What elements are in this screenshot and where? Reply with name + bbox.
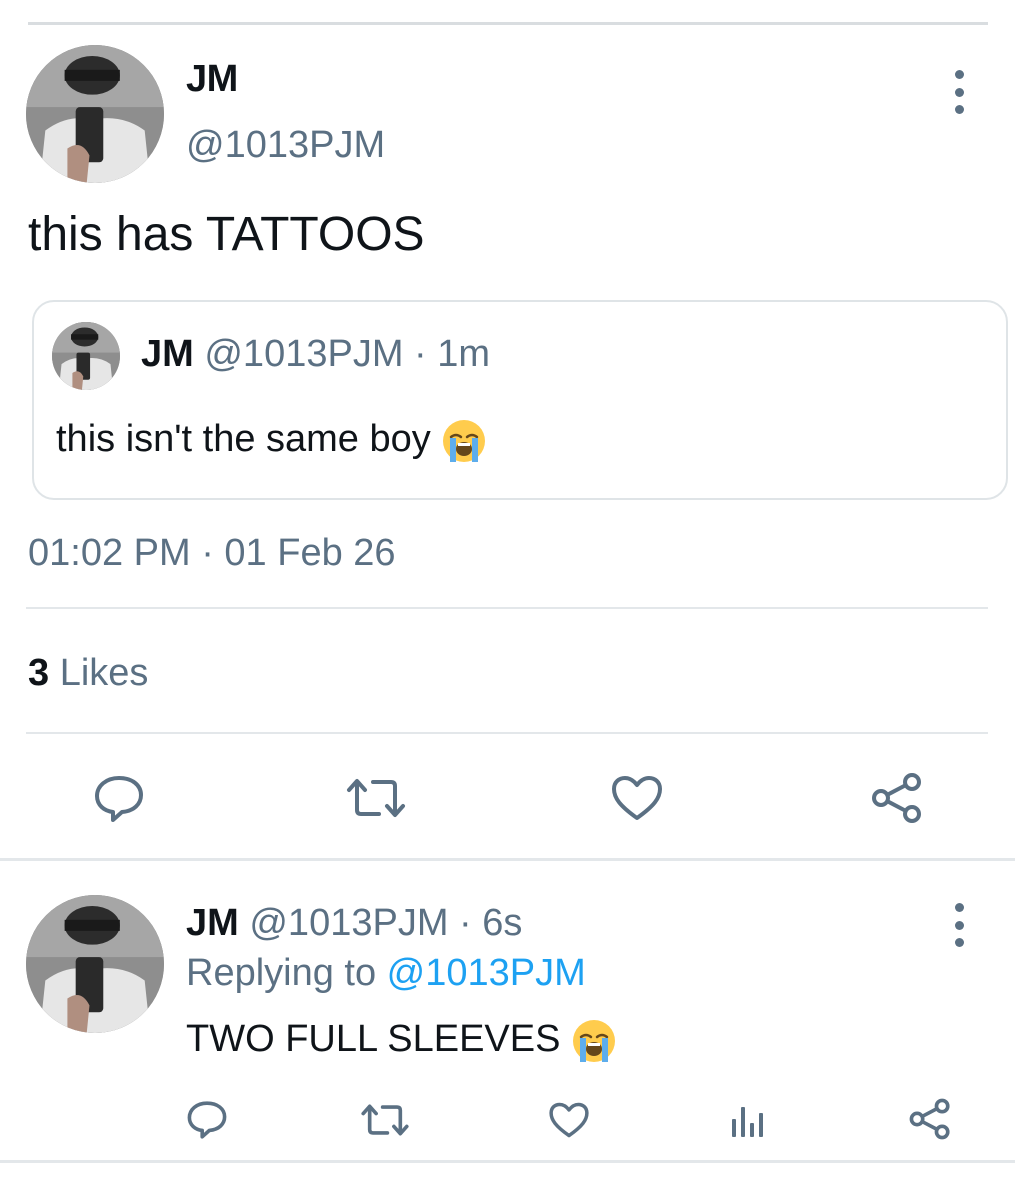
- author-avatar[interactable]: [26, 45, 164, 183]
- bottom-divider: [0, 1160, 1015, 1163]
- retweet-icon[interactable]: [345, 776, 407, 820]
- quoted-author-name: JM: [141, 333, 194, 375]
- reply-icon[interactable]: [186, 1100, 228, 1140]
- reply-tweet-text: TWO FULL SLEEVES: [186, 1018, 572, 1061]
- section-divider: [0, 858, 1015, 861]
- likes-count: 3: [28, 652, 50, 694]
- reply-author-name[interactable]: JM: [186, 902, 239, 944]
- quoted-time: · 1m: [403, 333, 491, 375]
- like-icon[interactable]: [548, 1101, 590, 1139]
- reply-header: JM @1013PJM · 6s: [186, 902, 522, 945]
- reply-text-row: TWO FULL SLEEVES: [186, 1018, 617, 1064]
- quoted-author-avatar: [52, 322, 120, 390]
- loudly-crying-emoji-icon: [571, 1018, 617, 1064]
- quoted-tweet-card[interactable]: [32, 300, 1008, 500]
- divider: [26, 607, 988, 609]
- author-handle[interactable]: @1013PJM: [186, 124, 385, 167]
- replying-to-handle[interactable]: @1013PJM: [387, 952, 586, 994]
- quoted-tweet-text: this isn't the same boy: [56, 418, 442, 461]
- analytics-icon[interactable]: [730, 1101, 766, 1139]
- tweet-text: this has TATTOOS: [28, 208, 425, 261]
- quoted-author-handle: @1013PJM: [204, 333, 404, 375]
- tweet-timestamp[interactable]: 01:02 PM · 01 Feb 26: [28, 532, 396, 575]
- quoted-header: JM @1013PJM · 1m: [141, 333, 490, 376]
- quoted-tweet-text-row: this isn't the same boy: [56, 418, 487, 464]
- share-icon[interactable]: [870, 772, 924, 824]
- divider: [26, 732, 988, 734]
- reply-icon[interactable]: [93, 774, 145, 824]
- like-icon[interactable]: [610, 774, 664, 822]
- replying-prefix: Replying to: [186, 952, 387, 994]
- reply-author-avatar[interactable]: [26, 895, 164, 1033]
- reply-time: · 6s: [448, 902, 523, 944]
- likes-stat[interactable]: 3 Likes: [28, 652, 148, 695]
- reply-author-handle[interactable]: @1013PJM: [249, 902, 448, 944]
- share-icon[interactable]: [908, 1098, 952, 1140]
- more-options-icon[interactable]: [952, 70, 966, 114]
- author-name[interactable]: JM: [186, 58, 238, 101]
- retweet-icon[interactable]: [360, 1102, 410, 1138]
- top-divider: [28, 22, 988, 25]
- reply-more-options-icon[interactable]: [952, 903, 966, 947]
- replying-to: Replying to @1013PJM: [186, 952, 586, 995]
- loudly-crying-emoji-icon: [441, 418, 487, 464]
- likes-label: Likes: [49, 652, 149, 694]
